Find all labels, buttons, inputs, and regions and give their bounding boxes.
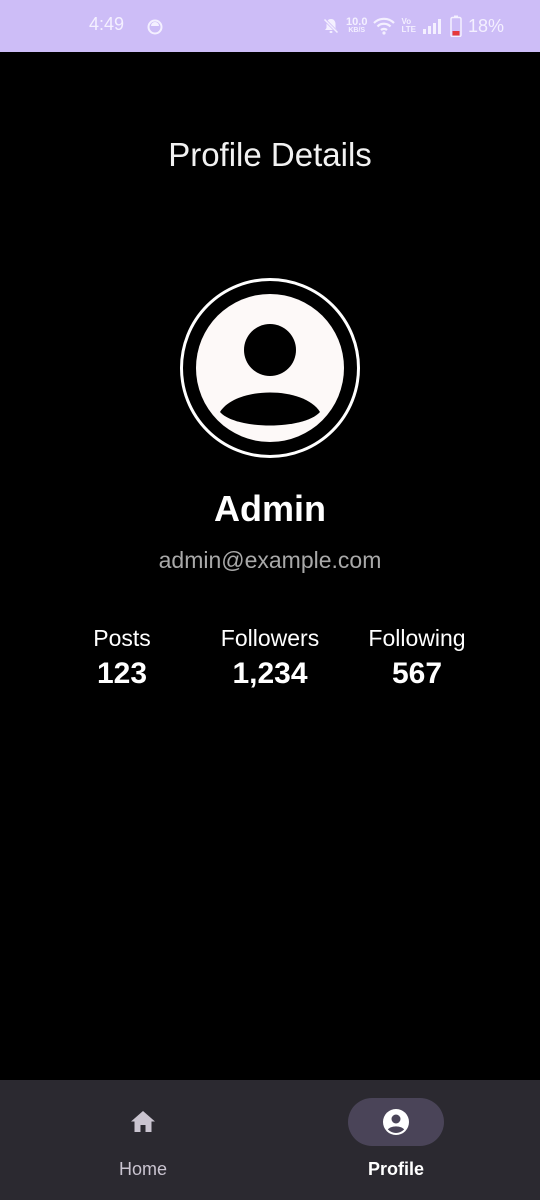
stat-following: Following 567	[337, 624, 497, 692]
stat-label: Posts	[93, 625, 151, 651]
volte-badge: Vo LTE	[401, 18, 416, 34]
nav-label-profile: Profile	[367, 1159, 424, 1179]
status-time: 4:49	[89, 14, 125, 34]
network-speed-value: 10.0	[346, 16, 368, 28]
wifi-icon	[373, 17, 396, 35]
user-name: Admin	[214, 488, 326, 529]
battery-icon	[450, 15, 462, 37]
stat-followers: Followers 1,234	[190, 624, 350, 692]
status-bar: 4:49 10.0 KB/S Vo LTE 18%	[0, 0, 540, 52]
nav-item-home[interactable]: Home	[43, 1080, 243, 1200]
sync-icon	[146, 18, 164, 36]
person-avatar-icon	[196, 294, 344, 442]
home-icon	[129, 1108, 157, 1136]
account-circle-icon	[382, 1108, 410, 1136]
bottom-navigation: Home Profile	[0, 1080, 540, 1200]
stat-label: Followers	[220, 625, 320, 651]
stat-value: 1,234	[232, 657, 308, 690]
nav-label-home: Home	[118, 1159, 167, 1179]
volte-bottom: LTE	[401, 25, 416, 34]
stat-value: 567	[391, 657, 443, 690]
user-email: admin@example.com	[158, 547, 382, 573]
stat-posts: Posts 123	[42, 624, 202, 692]
mute-icon	[322, 17, 340, 35]
nav-item-profile[interactable]: Profile	[296, 1080, 496, 1200]
battery-percent: 18%	[467, 16, 504, 36]
network-speed: 10.0 KB/S	[346, 17, 367, 35]
network-speed-unit: KB/S	[348, 27, 366, 34]
page-title: Profile Details	[168, 136, 372, 173]
stat-label: Following	[368, 625, 466, 651]
signal-icon	[422, 18, 444, 34]
status-icons: 10.0 KB/S Vo LTE 18%	[322, 0, 504, 52]
stat-value: 123	[96, 657, 148, 690]
